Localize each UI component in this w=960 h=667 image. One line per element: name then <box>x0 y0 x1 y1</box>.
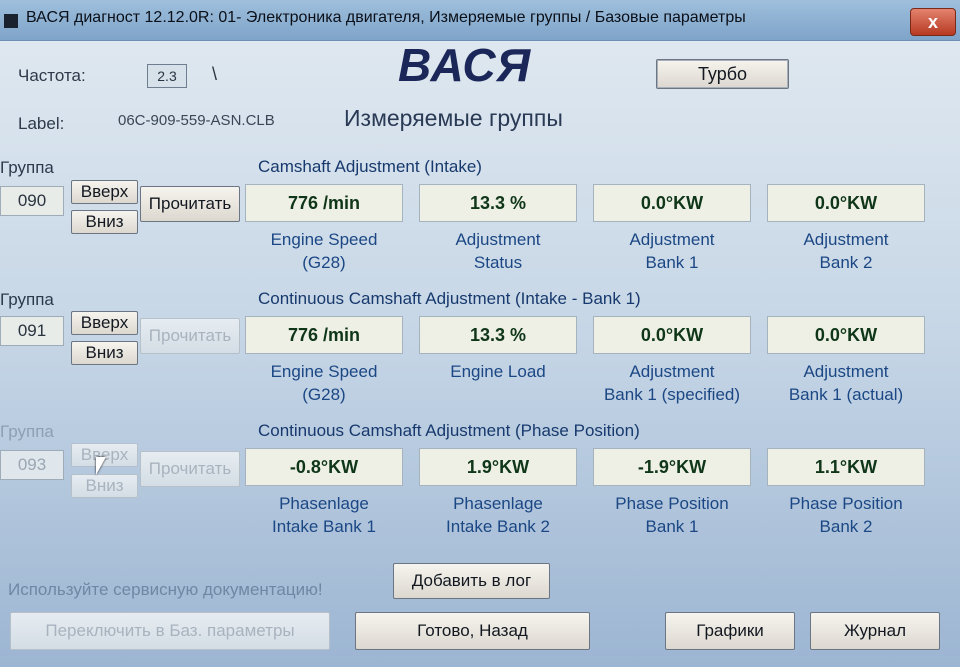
group-1-value-4: 0.0°KW <box>767 184 925 222</box>
group-1-caption-1: Engine Speed (G28) <box>270 230 378 272</box>
group-3-value-2: 1.9°KW <box>419 448 577 486</box>
add-to-log-button[interactable]: Добавить в лог <box>393 563 550 599</box>
title-bar: ВАСЯ диагност 12.12.0R: 01- Электроника … <box>0 0 960 41</box>
label-filename: 06C-909-559-ASN.CLB <box>118 112 275 129</box>
group-2-caption-1: Engine Speed (G28) <box>270 362 378 404</box>
group-3-caption-1: Phasenlage Intake Bank 1 <box>272 494 376 536</box>
group-2-up-button[interactable]: Вверх <box>71 311 138 335</box>
group-2-label: Группа <box>0 290 54 309</box>
graphs-button[interactable]: Графики <box>665 612 795 650</box>
group-2-caption-3: Adjustment Bank 1 (specified) <box>603 362 741 404</box>
group-2-down-button[interactable]: Вниз <box>71 341 138 365</box>
group-2-value-1: 776 /min <box>245 316 403 354</box>
group-2-value-2: 13.3 % <box>419 316 577 354</box>
brand-logo: ВАСЯ <box>398 39 532 91</box>
group-3-down-button[interactable]: Вниз <box>71 474 138 498</box>
app-icon <box>4 14 18 28</box>
group-1-value-1: 776 /min <box>245 184 403 222</box>
group-2-caption-4: Adjustment Bank 1 (actual) <box>788 362 904 404</box>
done-back-button[interactable]: Готово, Назад <box>355 612 590 650</box>
close-button[interactable]: x <box>910 8 956 36</box>
group-1-caption-4: Adjustment Bank 2 <box>803 230 889 272</box>
frequency-label: Частота: <box>18 66 86 85</box>
group-2-value-3: 0.0°KW <box>593 316 751 354</box>
group-3-caption-4: Phase Position Bank 2 <box>789 494 903 536</box>
group-3-value-4: 1.1°KW <box>767 448 925 486</box>
group-3-caption-3: Phase Position Bank 1 <box>615 494 729 536</box>
group-1-label: Группа <box>0 158 54 177</box>
group-1-caption-3: Adjustment Bank 1 <box>629 230 715 272</box>
group-3-read-button[interactable]: Прочитать <box>140 451 240 487</box>
journal-button[interactable]: Журнал <box>810 612 940 650</box>
group-1-caption-2: Adjustment Status <box>455 230 541 272</box>
group-1-number[interactable]: 090 <box>0 186 64 216</box>
service-doc-hint: Используйте сервисную документацию! <box>8 580 323 599</box>
group-3-number[interactable]: 093 <box>0 450 64 480</box>
switch-basic-params-button[interactable]: Переключить в Баз. параметры <box>10 612 330 650</box>
frequency-spinner: \ <box>212 64 218 84</box>
turbo-button[interactable]: Турбо <box>656 59 789 89</box>
group-3-title: Continuous Camshaft Adjustment (Phase Po… <box>258 421 640 440</box>
page-subtitle: Измеряемые группы <box>344 105 563 131</box>
mouse-cursor-icon <box>96 457 106 475</box>
group-3-value-1: -0.8°KW <box>245 448 403 486</box>
group-3-caption-2: Phasenlage Intake Bank 2 <box>446 494 550 536</box>
label-label: Label: <box>18 114 65 133</box>
group-2-value-4: 0.0°KW <box>767 316 925 354</box>
group-1-read-button[interactable]: Прочитать <box>140 186 240 222</box>
group-1-up-button[interactable]: Вверх <box>71 180 138 204</box>
window-title: ВАСЯ диагност 12.12.0R: 01- Электроника … <box>26 9 746 26</box>
frequency-value: 2.3 <box>147 64 187 88</box>
group-2-number[interactable]: 091 <box>0 316 64 346</box>
group-3-value-3: -1.9°KW <box>593 448 751 486</box>
group-2-read-button[interactable]: Прочитать <box>140 318 240 354</box>
group-2-caption-2: Engine Load <box>450 362 546 381</box>
group-1-title: Camshaft Adjustment (Intake) <box>258 157 482 176</box>
group-1-down-button[interactable]: Вниз <box>71 210 138 234</box>
group-1-value-3: 0.0°KW <box>593 184 751 222</box>
group-3-label: Группа <box>0 422 54 441</box>
group-2-title: Continuous Camshaft Adjustment (Intake -… <box>258 289 641 308</box>
group-1-value-2: 13.3 % <box>419 184 577 222</box>
